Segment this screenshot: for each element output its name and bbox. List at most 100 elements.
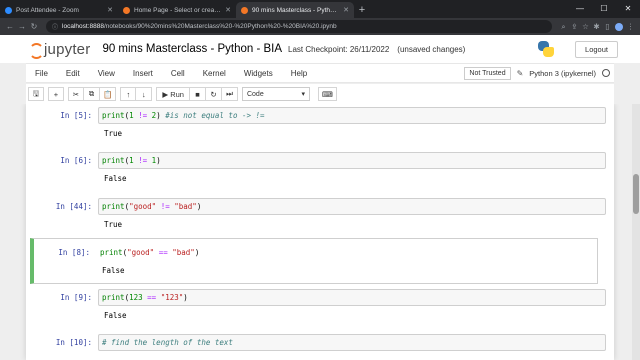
browser-tab-bar: Post Attendee - Zoom ✕ Home Page - Selec… [0,0,640,18]
menu-help[interactable]: Help [282,69,316,78]
reload-icon[interactable]: ↻ [28,22,40,31]
browser-tab-notebook[interactable]: 90 mins Masterclass - Python - B ✕ [236,2,354,18]
menu-view[interactable]: View [89,69,124,78]
browser-menu-icon[interactable]: ⋮ [625,22,636,31]
menu-insert[interactable]: Insert [124,69,162,78]
save-icon[interactable]: 🖫 [28,87,44,101]
close-tab-icon[interactable]: ✕ [107,6,113,14]
code-input[interactable]: print("good" != "bad") [98,198,606,215]
cut-icon[interactable]: ✂ [68,87,84,101]
edit-mode-pencil-icon: ✎ [516,68,524,78]
insert-cell-icon[interactable]: + [48,87,64,101]
menu-file[interactable]: File [26,69,57,78]
input-prompt: In [5]: [60,111,92,120]
lens-icon[interactable]: ⌕ [558,22,569,32]
unsaved-indicator: (unsaved changes) [397,44,466,54]
tab-title: Home Page - Select or create a n [134,6,223,14]
trust-status-button[interactable]: Not Trusted [464,66,511,80]
command-palette-keyboard-icon[interactable]: ⌨ [317,87,337,101]
jupyter-favicon-icon [241,6,248,14]
minimize-icon[interactable]: — [568,0,592,18]
restart-icon[interactable]: ↻ [205,87,222,101]
menu-widgets[interactable]: Widgets [235,69,282,78]
url-path: /notebooks/90%20mins%20Masterclass%20-%2… [103,23,337,30]
browser-address-bar: ← → ↻ ⓘ localhost:8888 /notebooks/90%20m… [0,18,640,35]
code-cell[interactable]: In [9]: print(123 == "123") False [32,289,606,323]
cell-type-value: Code [246,90,264,98]
run-icon: ▶ [162,89,169,99]
side-panel-icon[interactable]: ▯ [602,22,613,31]
back-icon[interactable]: ← [4,22,16,31]
extensions-icon[interactable]: ✱ [591,22,602,31]
forward-icon[interactable]: → [16,22,28,31]
code-input[interactable]: print("good" == "bad") [96,244,597,261]
input-prompt: In [44]: [55,202,92,211]
info-icon[interactable]: ⓘ [52,22,58,31]
url-host: localhost:8888 [62,23,104,30]
notebook-toolbar: 🖫 + ✂ ⧉ 📋 ↑ ↓ ▶ Run ■ ↻ ⏭ Code ▾ ⌨ [26,84,614,104]
cell-output: False [104,174,127,183]
page-scrollbar[interactable] [632,104,640,360]
code-input[interactable]: # find the length of the text [98,334,606,351]
cell-output: True [104,220,123,229]
close-tab-icon[interactable]: ✕ [343,6,349,14]
scrollbar-thumb[interactable] [633,174,639,214]
menu-kernel[interactable]: Kernel [194,69,235,78]
code-input[interactable]: print(1 != 1) [98,152,606,169]
run-button[interactable]: ▶ Run [156,87,190,101]
run-label: Run [170,89,184,99]
paste-icon[interactable]: 📋 [100,87,117,101]
move-up-icon[interactable]: ↑ [120,87,137,101]
menu-edit[interactable]: Edit [57,69,89,78]
code-cell-selected[interactable]: In [8]: print("good" == "bad") False [30,238,598,284]
jupyter-header: jupyter 90 mins Masterclass - Python - B… [0,35,640,63]
jupyter-favicon-icon [123,6,130,14]
copy-icon[interactable]: ⧉ [84,87,100,101]
kernel-name: Python 3 (ipykernel) [529,68,596,78]
notebook-page: In [5]: print(1 != 2) #is not equal to -… [26,104,614,360]
close-tab-icon[interactable]: ✕ [225,6,231,14]
code-cell[interactable]: In [6]: print(1 != 1) False [32,152,606,186]
tab-title: 90 mins Masterclass - Python - B [252,6,341,14]
input-prompt: In [8]: [58,248,90,257]
window-controls: — ☐ ✕ [568,0,640,18]
code-cell[interactable]: In [5]: print(1 != 2) #is not equal to -… [32,107,606,141]
maximize-icon[interactable]: ☐ [592,0,616,18]
chevron-down-icon: ▾ [301,91,305,98]
browser-tab-zoom[interactable]: Post Attendee - Zoom ✕ [0,2,118,18]
browser-tab-home[interactable]: Home Page - Select or create a n ✕ [118,2,236,18]
last-checkpoint: Last Checkpoint: 26/11/2022 [288,44,390,54]
input-prompt: In [6]: [60,156,92,165]
python-logo-icon [537,40,555,58]
cell-output: False [102,266,125,275]
zoom-favicon-icon [5,6,12,14]
jupyter-logo-icon [28,41,44,59]
new-tab-button[interactable]: + [354,2,370,18]
notebook-name[interactable]: 90 mins Masterclass - Python - BIA [102,43,282,55]
interrupt-icon[interactable]: ■ [189,87,206,101]
profile-avatar[interactable] [615,22,623,31]
jupyter-logo[interactable]: jupyter [28,40,91,59]
code-input[interactable]: print(123 == "123") [98,289,606,306]
input-prompt: In [9]: [60,293,92,302]
close-window-icon[interactable]: ✕ [616,0,640,18]
input-prompt: In [10]: [55,338,92,347]
move-down-icon[interactable]: ↓ [136,87,153,101]
cell-output: True [104,129,123,138]
code-cell[interactable]: In [10]: # find the length of the text [32,334,606,351]
kernel-status-icon [602,69,610,77]
url-input[interactable]: ⓘ localhost:8888 /notebooks/90%20mins%20… [46,20,552,33]
cell-type-select[interactable]: Code ▾ [241,87,310,101]
notebook-menubar: File Edit View Insert Cell Kernel Widget… [26,63,614,83]
restart-run-all-icon[interactable]: ⏭ [221,87,238,101]
code-cell[interactable]: In [44]: print("good" != "bad") True [32,198,606,232]
code-input[interactable]: print(1 != 2) #is not equal to -> != [98,107,606,124]
share-icon[interactable]: ⇪ [569,22,580,31]
jupyter-wordmark: jupyter [44,40,91,58]
logout-button[interactable]: Logout [575,40,618,58]
cell-output: False [104,311,127,320]
bookmark-star-icon[interactable]: ☆ [580,22,591,31]
tab-title: Post Attendee - Zoom [16,6,79,14]
menubar-right: Not Trusted ✎ Python 3 (ipykernel) [464,66,614,80]
menu-cell[interactable]: Cell [162,69,194,78]
